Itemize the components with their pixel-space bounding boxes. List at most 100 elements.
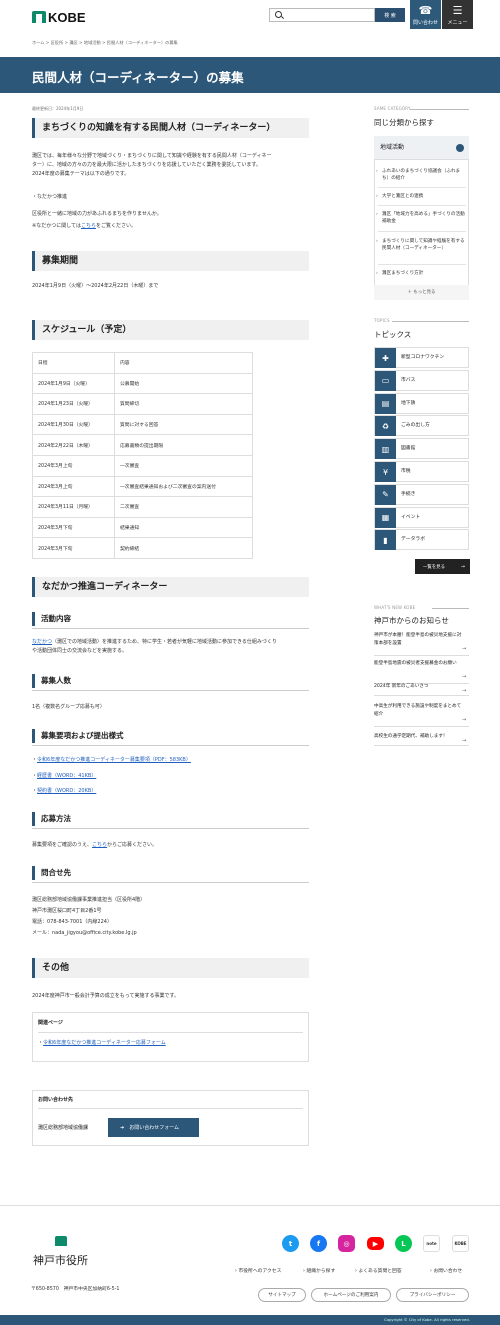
schedule-row: 2024年3月下旬 契約締結 <box>32 537 253 559</box>
contact-line: 神戸市灘区桜口町4丁目2番1号 <box>32 908 102 914</box>
doc-link-resume[interactable]: 経歴書（WORD：41KB） <box>37 773 96 779</box>
heading-contact: 問合せ先 <box>32 866 309 883</box>
topic-item[interactable]: ♻ ごみの出し方 <box>374 415 469 437</box>
schedule-date-cell: 2024年3月11日（月曜） <box>32 496 115 518</box>
note-text: をご覧ください。 <box>95 223 136 229</box>
topic-item[interactable]: ✚ 新型コロナワクチン <box>374 347 469 368</box>
area-link[interactable]: まちづくりに関して知識や経験を有する民間人材（コーディネーター） <box>376 238 466 252</box>
topic-item[interactable]: ▭ 市バス <box>374 369 469 391</box>
footer-link-access[interactable]: › 市役所へのアクセス <box>235 1267 281 1274</box>
privacy-button[interactable]: プライバシーポリシー <box>396 1288 469 1302</box>
contact-label: 問い合わせ <box>412 20 438 26</box>
doc-link-item: ・経歴書（WORD：41KB） <box>32 773 97 779</box>
area-more-button[interactable]: ＋ もっと見る <box>374 285 469 300</box>
schedule-content-cell: 一次審査結果通知および二次審査の案内送付 <box>114 475 253 498</box>
schedule-table: 日程 内容 2024年1月9日（火曜） 公募開始 2024年1月23日（火曜） 質問締切 2… <box>32 352 253 559</box>
news-item[interactable]: 2024年 新年のごあいさつ <box>374 683 462 691</box>
contact-line: メール：nada_jigyou@office.city.kobe.lg.jp <box>32 930 137 936</box>
nadakatsu-activity-link[interactable]: なだかつ <box>32 639 52 645</box>
contact-text: 灘区総務部地域協働課事業推進担当（区役所4階） 神戸市灘区桜口町4丁目2番1号 … <box>32 895 309 939</box>
heading-schedule: スケジュール（予定） <box>32 320 309 340</box>
arrow-right-icon: → <box>462 688 467 694</box>
heading-period: 募集期間 <box>32 251 309 271</box>
breadcrumb[interactable]: ホーム > 区役所 > 灘区 > 地域活動 > 民間人材（コーディネーター）の募… <box>32 40 178 46</box>
topic-item[interactable]: ▮ データラボ <box>374 529 469 551</box>
updated-date: 最終更新日：2024年1月9日 <box>32 106 84 111</box>
news-item[interactable]: 中高生が利用できる施設や制度をまとめて紹介 <box>374 703 462 718</box>
logo-text: KOBE <box>48 9 86 25</box>
related-form-link[interactable]: 令和6年度なだかつ推進コーディネーター応募フォーム <box>43 1040 166 1046</box>
divider <box>374 655 469 656</box>
contact-button[interactable]: ☎ 問い合わせ <box>410 0 441 29</box>
area-link[interactable]: 灘区「地域力を高める」手づくりの活動補助金 <box>376 211 466 225</box>
topic-item[interactable]: ✎ 手続き <box>374 483 469 505</box>
topics-more-button[interactable]: 一覧を見る <box>415 559 470 574</box>
topics-title: トピックス <box>374 330 412 339</box>
schedule-content-cell: 内容 <box>114 352 253 374</box>
topic-item[interactable]: ▤ 地下鉄 <box>374 392 469 414</box>
doc-link-guideline[interactable]: 令和6年度なだかつ推進コーディネーター募集要項（PDF：583KB） <box>37 757 191 763</box>
footer-link-label: よくある質問と回答 <box>358 1269 402 1274</box>
arrow-right-icon: → <box>462 738 467 744</box>
topic-icon: ♻ <box>375 416 396 437</box>
kobe-logo[interactable]: KOBE <box>32 9 86 25</box>
sitemap-button[interactable]: サイトマップ <box>258 1288 306 1302</box>
inquiry-dept: 灘区総務部地域協働課 <box>38 1125 89 1131</box>
topic-item[interactable]: ¥ 市税 <box>374 461 469 482</box>
footer-link-faq[interactable]: › よくある質問と回答 <box>355 1267 402 1274</box>
inquiry-form-button[interactable]: ➜ お問い合わせフォーム <box>108 1118 199 1137</box>
youtube-icon[interactable]: ▶ <box>367 1237 384 1250</box>
doc-link-item: ・令和6年度なだかつ推進コーディネーター募集要項（PDF：583KB） <box>32 757 191 763</box>
search-input[interactable] <box>269 8 375 22</box>
city-name: 神戸市役所 <box>33 1254 88 1267</box>
area-heading-label: 地域活動 <box>380 144 405 151</box>
schedule-row: 2024年2月22日（木曜） 応募書類の提出期限 <box>32 434 253 456</box>
topic-label: 手続き <box>401 491 416 497</box>
theme-bullet: ・なだかつ推進 <box>32 194 68 200</box>
topic-label: 新型コロナワクチン <box>401 355 445 360</box>
divider <box>410 109 469 110</box>
minus-circle-icon <box>456 144 464 152</box>
twitter-icon[interactable]: t <box>282 1235 299 1252</box>
arrow-right-icon: → <box>462 646 467 652</box>
phone-icon: ☎ <box>418 4 433 17</box>
doc-link-contract[interactable]: 契約書（WORD：20KB） <box>37 788 96 794</box>
topic-icon: ▦ <box>375 507 396 528</box>
topics-label: TOPICS <box>374 318 390 323</box>
hamburger-icon: ☰ <box>452 4 463 17</box>
activity-text: なだかつ（灘区での地域活動）を推進するため、特に学生・若者が気軽に地域活動に参加… <box>32 638 309 656</box>
topic-icon: ▥ <box>375 439 396 460</box>
footer-link-contact[interactable]: › お問い合わせ <box>430 1267 462 1274</box>
footer-link-org[interactable]: › 組織から探す <box>303 1267 335 1274</box>
intro-line: 2024年度の募集テーマは以下の通りです。 <box>32 171 130 177</box>
period-text: 2024年1月9日（火曜）～2024年2月22日（木曜）まで <box>32 283 159 289</box>
menu-button[interactable]: ☰ メニュー <box>442 0 473 29</box>
intro-cta: 区役所と一緒に地域の力があふれるまちを作りませんか。 <box>32 211 162 217</box>
area-link[interactable]: ふれあいのまちづくり協議会（ふれまち）の紹介 <box>376 168 466 182</box>
area-link[interactable]: 大学と灘区との連携 <box>376 193 466 200</box>
site-guide-button[interactable]: ホームページのご利用案内 <box>311 1288 391 1302</box>
note-icon[interactable]: note <box>423 1235 440 1252</box>
news-item[interactable]: 高校生の通学定期代、補助します！ <box>374 733 462 741</box>
search-button[interactable]: 検 索 <box>375 8 405 22</box>
news-item[interactable]: 能登半島地震の被災者支援募金のお願い <box>374 660 462 668</box>
nadakatsu-link[interactable]: こちら <box>81 223 96 229</box>
divider <box>38 1108 303 1109</box>
kobe-icon[interactable]: KOBE <box>452 1235 469 1252</box>
topic-label: 図書館 <box>401 446 416 452</box>
area-link[interactable]: 灘区まちづくり方針 <box>376 270 466 277</box>
apply-link[interactable]: こちら <box>92 842 107 848</box>
area-heading[interactable]: 地域活動 <box>374 136 469 160</box>
footer-link-label: 組織から探す <box>306 1269 336 1274</box>
line-icon[interactable]: L <box>395 1235 412 1252</box>
divider <box>378 231 466 232</box>
schedule-date-cell: 2024年3月上旬 <box>32 475 115 498</box>
news-item[interactable]: 神戸市が本腰！能登半島の被災地支援に対策本部を設置 <box>374 632 462 647</box>
facebook-icon[interactable]: f <box>310 1235 327 1252</box>
topic-item[interactable]: ▦ イベント <box>374 506 469 528</box>
schedule-content-cell: 二次審査 <box>114 496 253 518</box>
schedule-row: 2024年1月9日（火曜） 公募開始 <box>32 372 253 395</box>
instagram-icon[interactable]: ◎ <box>338 1235 355 1252</box>
note-text: ※なだかつに関しては <box>32 223 81 229</box>
topic-item[interactable]: ▥ 図書館 <box>374 438 469 460</box>
